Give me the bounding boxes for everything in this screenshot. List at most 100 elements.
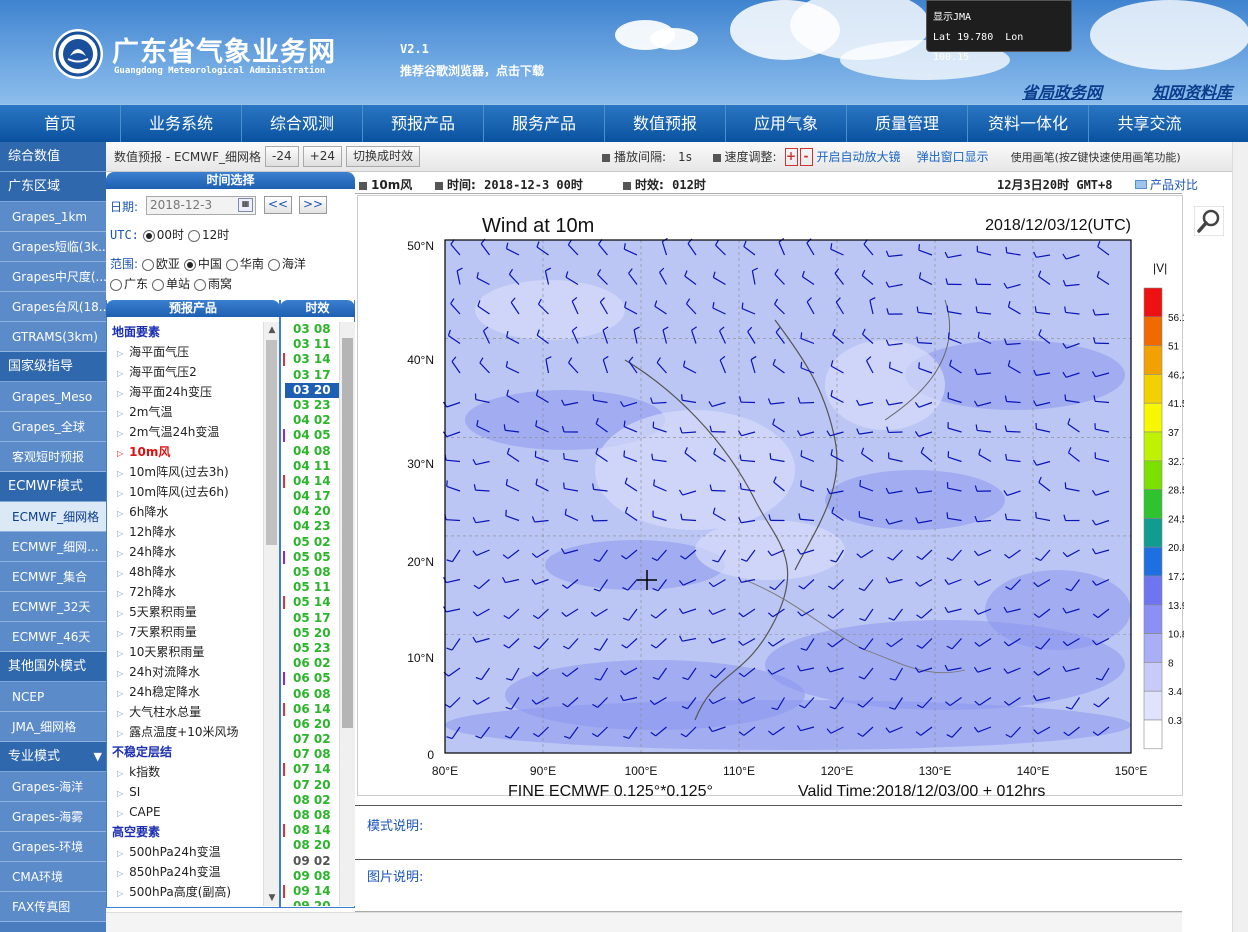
lead-time-item[interactable]: 03 08 — [281, 322, 339, 337]
product-item[interactable]: ▷ k指数 — [112, 762, 262, 782]
lead-time-item[interactable]: 03 20 — [285, 382, 339, 398]
sidebar-item[interactable]: NCEP — [0, 682, 106, 712]
product-item[interactable]: ▷ 10m风 — [112, 442, 262, 462]
product-item[interactable]: ▷ 500hPa高度(副高) — [112, 882, 262, 902]
lead-time-item[interactable]: 09 20 — [281, 899, 339, 906]
wind-map[interactable]: Wind at 10m 2018/12/03/12(UTC) FINE ECMWF … — [358, 196, 1184, 797]
utc-option[interactable]: 12时 — [188, 228, 229, 242]
product-item[interactable]: ▷ 850hPa24h变温 — [112, 862, 262, 882]
interval-value[interactable]: 1s — [678, 150, 692, 164]
lead-time-item[interactable]: 06 08 — [281, 687, 339, 702]
sidebar-item[interactable]: GTRAMS(3km) — [0, 322, 106, 352]
nav-forecast-products[interactable]: 预报产品 — [363, 105, 484, 142]
lead-time-item[interactable]: 04 17 — [281, 489, 339, 504]
radio-icon[interactable] — [267, 258, 280, 271]
lead-time-item[interactable]: 03 17 — [281, 368, 339, 383]
lead-time-item[interactable]: 06 20 — [281, 717, 339, 732]
product-item[interactable]: ▷ 海平面气压 — [112, 342, 262, 362]
sidebar-item[interactable]: ECMWF_集合 — [0, 562, 106, 592]
sidebar-item[interactable]: JMA_细网格 — [0, 712, 106, 742]
collapse-arrow-icon[interactable]: ▼ — [94, 742, 102, 772]
radio-icon[interactable] — [141, 258, 154, 271]
sidebar-item[interactable]: Grapes_全球 — [0, 412, 106, 442]
lead-time-item[interactable]: 09 08 — [281, 869, 339, 884]
sidebar-item[interactable]: Grapes_Meso — [0, 382, 106, 412]
product-item[interactable]: ▷ 24h对流降水 — [112, 662, 262, 682]
nav-service-products[interactable]: 服务产品 — [484, 105, 605, 142]
sidebar-item[interactable]: ECMWF_细网... — [0, 532, 106, 562]
lead-time-item[interactable]: 04 23 — [281, 519, 339, 534]
radio-icon[interactable] — [110, 278, 122, 291]
sidebar-group-header[interactable]: 专业模式 ▼ — [0, 742, 106, 772]
lead-time-item[interactable]: 04 20 — [281, 504, 339, 519]
speed-increase-button[interactable]: + — [784, 147, 798, 166]
product-item[interactable]: ▷ 500hPa24h变温 — [112, 842, 262, 862]
range-option[interactable]: 广东 — [110, 277, 148, 291]
product-item[interactable]: ▷ 10m阵风(过去6h) — [112, 482, 262, 502]
speed-decrease-button[interactable]: - — [799, 147, 813, 166]
product-item[interactable]: ▷ 7天累积雨量 — [112, 622, 262, 642]
scroll-up-icon[interactable]: ▲ — [264, 322, 280, 338]
popup-window-link[interactable]: 弹出窗口显示 — [917, 148, 989, 165]
scroll-thumb[interactable] — [342, 338, 353, 728]
lead-time-item[interactable]: 04 11 — [281, 459, 339, 474]
radio-icon[interactable] — [194, 278, 207, 291]
lead-time-item[interactable]: 04 08 — [281, 444, 339, 459]
sidebar-item[interactable]: CMA环境 — [0, 862, 106, 892]
sidebar-item[interactable]: Grapes-海洋 — [0, 772, 106, 802]
prev-date-button[interactable]: << — [264, 196, 292, 214]
lead-time-item[interactable]: 05 23 — [281, 641, 339, 656]
nav-observation[interactable]: 综合观测 — [242, 105, 363, 142]
range-option[interactable]: 中国 — [183, 257, 222, 271]
product-item[interactable]: ▷ 2m气温24h变温 — [112, 422, 262, 442]
product-item[interactable]: ▷ 10天累积雨量 — [112, 642, 262, 662]
page-scrollbar[interactable] — [1232, 142, 1248, 932]
product-item[interactable]: ▷ 12h降水 — [112, 522, 262, 542]
product-item[interactable]: ▷ 10m阵风(过去3h) — [112, 462, 262, 482]
nav-sharing[interactable]: 共享交流 — [1089, 105, 1210, 142]
nav-home[interactable]: 首页 — [0, 105, 121, 142]
sidebar-item[interactable]: Grapes短临(3k... — [0, 232, 106, 262]
product-item[interactable]: ▷ SI — [112, 782, 262, 802]
product-compare-link[interactable]: 产品对比 — [1135, 176, 1198, 193]
lead-time-item[interactable]: 05 20 — [281, 626, 339, 641]
sidebar-item[interactable]: ECMWF_细网格 — [0, 502, 106, 532]
nav-data-integration[interactable]: 资料一体化 — [968, 105, 1089, 142]
lead-time-item[interactable]: 07 20 — [281, 778, 339, 793]
product-item[interactable]: ▷ 24h稳定降水 — [112, 682, 262, 702]
nav-quality-management[interactable]: 质量管理 — [847, 105, 968, 142]
hour-scrollbar[interactable] — [339, 322, 355, 906]
product-item[interactable]: ▷ 48h降水 — [112, 562, 262, 582]
range-option[interactable]: 华南 — [225, 257, 264, 271]
product-item[interactable]: ▷ 72h降水 — [112, 582, 262, 602]
product-item[interactable]: ▷ 2m气温 — [112, 402, 262, 422]
lead-time-item[interactable]: 05 02 — [281, 535, 339, 550]
lead-time-item[interactable]: 08 14 — [281, 823, 339, 838]
range-option[interactable]: 海洋 — [267, 257, 306, 271]
range-option[interactable]: 雨窝 — [194, 277, 232, 291]
lead-time-item[interactable]: 03 14 — [281, 352, 339, 367]
auto-magnifier-link[interactable]: 开启自动放大镜 — [817, 148, 901, 165]
sidebar-group-header[interactable]: 国家级指导 — [0, 352, 106, 382]
plus-24h-button[interactable]: +24 — [302, 146, 342, 167]
radio-icon[interactable] — [142, 229, 155, 242]
sidebar-item[interactable]: Grapes-海雾 — [0, 802, 106, 832]
lead-time-item[interactable]: 08 08 — [281, 808, 339, 823]
lead-time-item[interactable]: 04 14 — [281, 474, 339, 489]
radio-icon[interactable] — [225, 258, 238, 271]
minus-24h-button[interactable]: -24 — [265, 146, 299, 167]
radio-icon[interactable] — [188, 229, 201, 242]
lead-time-item[interactable]: 06 14 — [281, 702, 339, 717]
wind-map-panel[interactable]: Wind at 10m 2018/12/03/12(UTC) FINE ECMWF … — [357, 195, 1224, 797]
lead-time-item[interactable]: 04 05 — [281, 428, 339, 443]
sidebar-item[interactable]: Grapes中尺度(... — [0, 262, 106, 292]
next-date-button[interactable]: >> — [299, 196, 327, 214]
lead-time-item[interactable]: 03 11 — [281, 337, 339, 352]
product-item[interactable]: ▷ 海平面气压2 — [112, 362, 262, 382]
lead-time-item[interactable]: 06 05 — [281, 671, 339, 686]
product-item[interactable]: ▷ 大气柱水总量 — [112, 702, 262, 722]
product-item[interactable]: ▷ 24h降水 — [112, 542, 262, 562]
sidebar-item[interactable]: 客观短时预报 — [0, 442, 106, 472]
product-item[interactable]: ▷ 5天累积雨量 — [112, 602, 262, 622]
nav-applied-meteorology[interactable]: 应用气象 — [726, 105, 847, 142]
